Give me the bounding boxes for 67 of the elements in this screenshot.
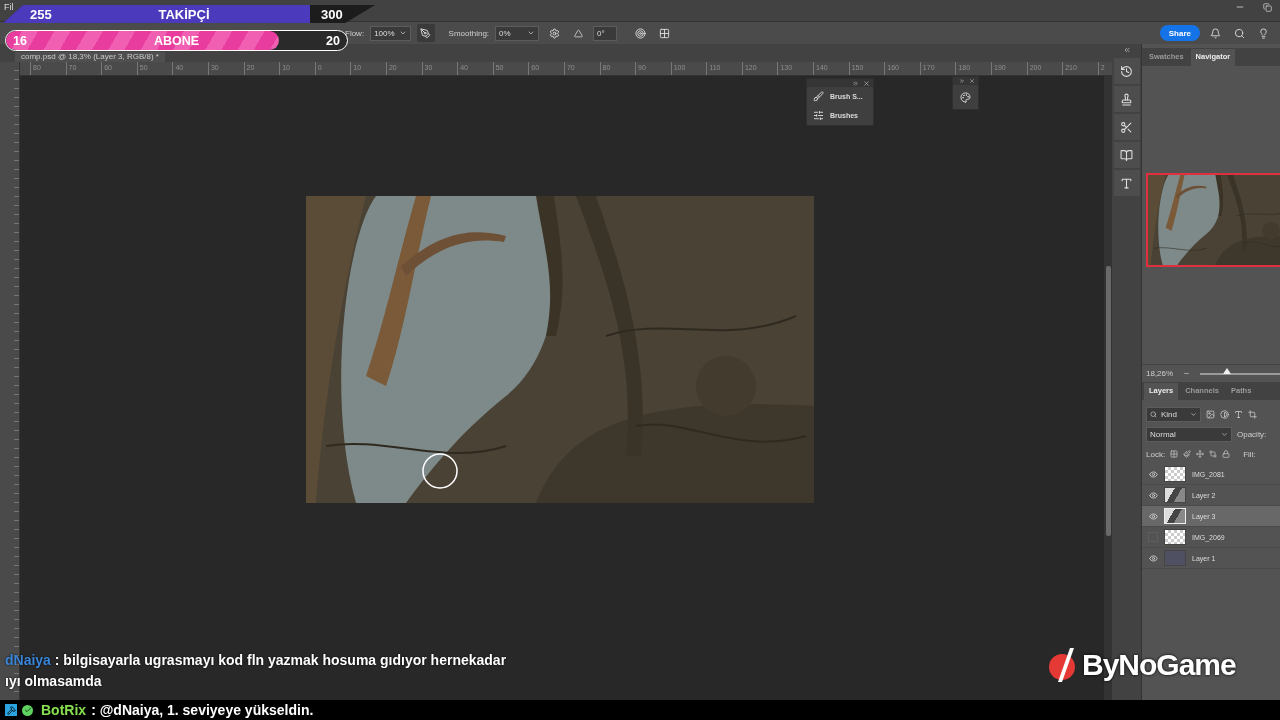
follower-count: 255 [30, 6, 52, 22]
adjustment-filter-icon[interactable] [1220, 409, 1229, 419]
scissors-icon[interactable] [1113, 114, 1140, 140]
follower-label: TAKİPÇİ [157, 6, 211, 22]
stamp-icon[interactable] [1113, 86, 1140, 112]
restore-icon[interactable] [1263, 2, 1272, 12]
logo-text: ByNoGame [1082, 648, 1236, 682]
book-icon[interactable] [1113, 142, 1140, 168]
chevron-down-icon [527, 29, 536, 37]
menu-item[interactable]: Fil [4, 2, 14, 12]
close-icon[interactable] [863, 79, 870, 87]
subscriber-label: ABONE [153, 33, 200, 48]
sliders-icon [813, 110, 824, 121]
type-filter-icon[interactable] [1234, 409, 1243, 419]
smoothing-label: Smoothing: [448, 28, 490, 38]
flow-label: Flow: [345, 28, 365, 38]
subscriber-goal: 20 [326, 33, 340, 48]
visibility-eye-icon[interactable] [1148, 553, 1158, 563]
blend-mode-dropdown[interactable]: Normal [1146, 426, 1232, 442]
lock-position-icon[interactable] [1196, 450, 1205, 458]
brush-icon [813, 91, 824, 102]
share-button[interactable]: Share [1159, 25, 1200, 41]
zoom-value: 18,26% [1146, 369, 1174, 378]
logo-icon [1048, 648, 1078, 682]
layer-thumbnail [1164, 550, 1186, 566]
lock-pixels-icon[interactable] [1170, 450, 1179, 458]
scrollbar-thumb[interactable] [1105, 266, 1111, 536]
zoom-out-icon[interactable] [1183, 370, 1191, 377]
layer-thumbnail [1164, 487, 1186, 503]
subscriber-count: 16 [13, 33, 27, 48]
image-filter-icon[interactable] [1206, 409, 1215, 419]
filter-dropdown[interactable]: Kind [1146, 406, 1201, 422]
document-tab[interactable]: comp.psd @ 18,3% (Layer 3, RGB/8) * [15, 52, 165, 62]
fill-label: Fill: [1243, 449, 1256, 459]
airbrush-button[interactable] [416, 24, 435, 42]
search-icon [1150, 410, 1157, 418]
visibility-eye-icon[interactable] [1148, 511, 1158, 521]
verified-badge-icon [22, 704, 33, 716]
expand-icon[interactable] [959, 78, 965, 84]
lock-icon[interactable] [1222, 450, 1231, 458]
chat-message: : @dNaiya, 1. seviyeye yükseldin. [91, 702, 314, 718]
chevron-down-icon [1190, 410, 1197, 418]
lock-paint-icon[interactable] [1183, 450, 1192, 458]
chat-username: BotRix [41, 702, 87, 718]
chat-message: dNaiya : bilgisayarla ugrasmayı kod fln yazmak hosuma gıdıyor hernekadar ıyı olmasamda [5, 651, 508, 691]
visibility-eye-icon[interactable] [1148, 490, 1158, 500]
shape-filter-icon[interactable] [1248, 409, 1257, 419]
moderator-badge-icon [5, 704, 17, 716]
follower-goal: 300 [321, 6, 343, 22]
history-icon[interactable] [1113, 58, 1140, 84]
visibility-eye-icon[interactable] [1148, 469, 1158, 479]
expand-icon[interactable] [852, 79, 859, 87]
opacity-label: Opacity: [1237, 429, 1267, 439]
collapse-icon[interactable] [1122, 46, 1131, 54]
layer-thumbnail [1164, 508, 1186, 524]
chevron-down-icon [398, 29, 407, 37]
angle-field[interactable]: 0° [593, 25, 618, 41]
layer-thumbnail [1164, 529, 1186, 545]
lock-label: Lock: [1146, 449, 1166, 459]
chevron-down-icon [1221, 430, 1228, 438]
layer-thumbnail [1164, 466, 1186, 482]
flow-dropdown[interactable]: 100% [370, 25, 411, 41]
brush-cursor-icon [421, 452, 459, 490]
close-icon[interactable] [969, 78, 975, 84]
smoothing-dropdown[interactable]: 0% [495, 25, 540, 41]
type-icon[interactable] [1113, 170, 1140, 196]
slider-thumb[interactable] [1223, 367, 1232, 374]
